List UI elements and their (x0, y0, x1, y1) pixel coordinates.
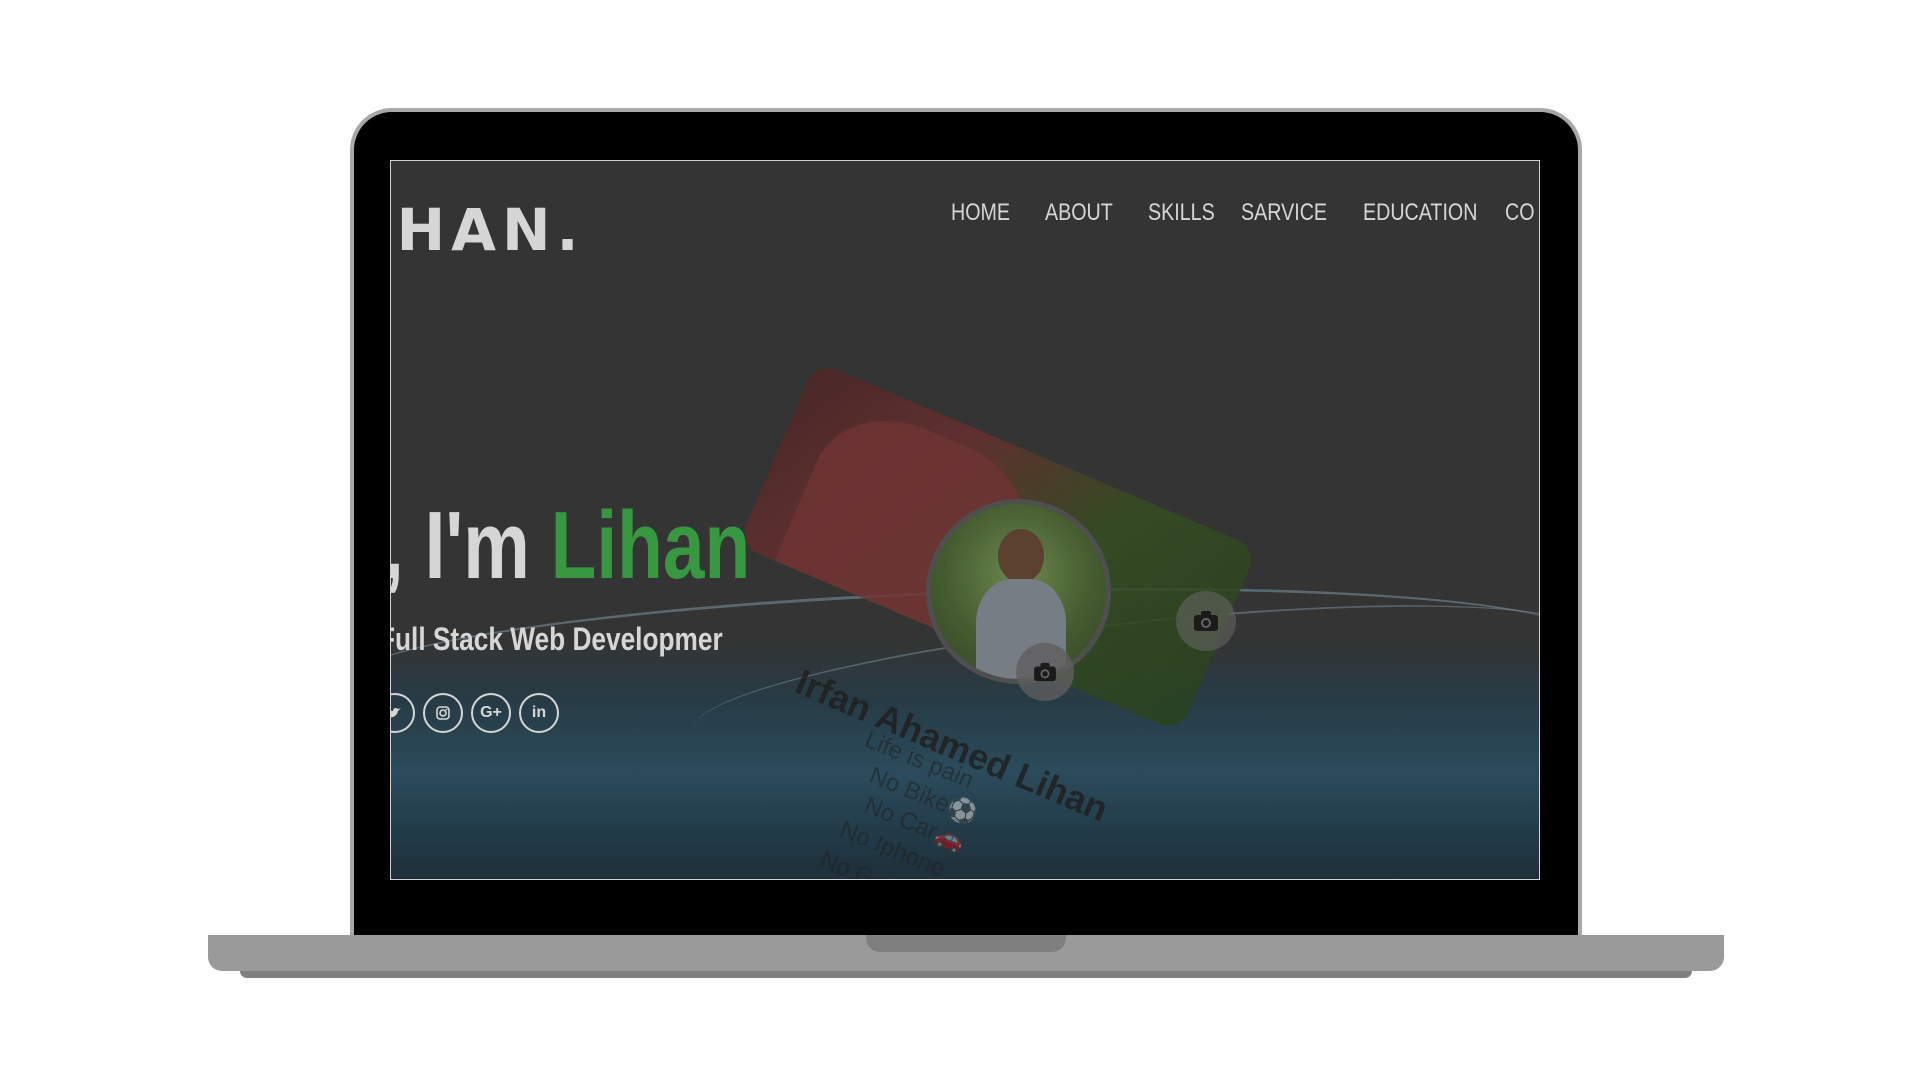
laptop-notch (866, 935, 1066, 952)
avatar-camera-icon[interactable] (1016, 643, 1074, 701)
cover-camera-icon[interactable] (1176, 591, 1236, 651)
nav-home[interactable]: HOME (951, 199, 1010, 227)
nav-service[interactable]: SARVICE (1241, 199, 1327, 227)
google-plus-label: G+ (480, 704, 502, 721)
logo-text: IHAN. (390, 196, 585, 264)
nav-education[interactable]: EDUCATION (1363, 199, 1477, 227)
hero-title: , I'm Lihan (390, 491, 751, 601)
hero-name: Lihan (550, 492, 751, 599)
hero-greeting: , I'm (390, 492, 551, 599)
laptop-foot (240, 971, 1692, 978)
linkedin-label: in (531, 704, 547, 721)
nav-about[interactable]: ABOUT (1045, 199, 1113, 227)
website-screen: Irfan Ahamed Lihan Life is pain No Bike⚽… (390, 160, 1540, 880)
avatar (926, 499, 1111, 684)
nav-skills[interactable]: SKILLS (1148, 199, 1215, 227)
hero-subtitle: Full Stack Web Developmer (390, 621, 723, 657)
google-plus-icon[interactable]: G+ (471, 693, 511, 733)
nav-contact[interactable]: CO (1505, 199, 1535, 227)
linkedin-icon[interactable]: in (519, 693, 559, 733)
instagram-icon[interactable] (423, 693, 463, 733)
